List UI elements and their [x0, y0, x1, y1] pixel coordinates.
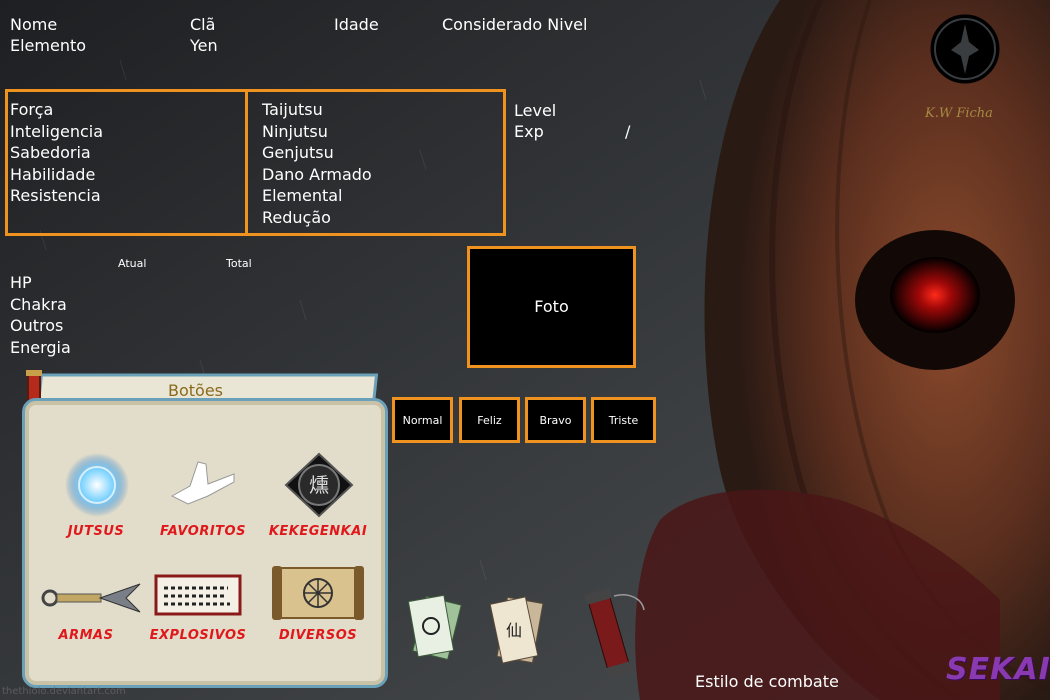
- skill-reducao: Redução: [262, 207, 331, 227]
- mood-triste-button[interactable]: Triste: [591, 397, 656, 443]
- nome-label: Nome: [10, 15, 58, 34]
- resource-energia: Energia: [10, 337, 71, 357]
- watermark: thethiolo.deviantart.com: [2, 686, 126, 697]
- idade-label: Idade: [334, 15, 379, 34]
- svg-text:燻: 燻: [309, 473, 329, 497]
- resource-chakra: Chakra: [10, 294, 67, 314]
- jutsus-icon[interactable]: [64, 452, 130, 518]
- paper-tags-icon: [407, 594, 462, 661]
- exp-separator: /: [625, 122, 631, 141]
- buttons-panel: Botões JUTSUS FAVORITOS 燻 KEKEGENKAI ARM…: [18, 370, 391, 690]
- mood-bravo-button[interactable]: Bravo: [525, 397, 586, 443]
- skill-taijutsu: Taijutsu: [262, 100, 323, 119]
- atual-header: Atual: [118, 257, 147, 270]
- kw-ficha-logo: K.W Ficha: [925, 2, 1035, 122]
- diversos-button[interactable]: DIVERSOS: [258, 628, 378, 643]
- cla-label: Clã: [190, 15, 216, 34]
- favoritos-button[interactable]: FAVORITOS: [143, 524, 263, 539]
- attribute-forca: Força: [10, 100, 54, 119]
- resource-hp: HP: [10, 273, 32, 292]
- scroll-case-icon: [584, 588, 645, 678]
- attribute-inteligencia: Inteligencia: [10, 121, 104, 141]
- resource-outros: Outros: [10, 316, 64, 336]
- kekegenkai-icon[interactable]: 燻: [284, 452, 354, 518]
- level-label: Level: [514, 101, 557, 120]
- mood-feliz-button[interactable]: Feliz: [459, 397, 520, 443]
- scroll-icon[interactable]: [270, 564, 366, 622]
- skill-ninjutsu: Ninjutsu: [262, 121, 328, 141]
- explosivos-button[interactable]: EXPLOSIVOS: [138, 628, 258, 643]
- armas-button[interactable]: ARMAS: [26, 628, 146, 643]
- skill-elemental: Elemental: [262, 186, 343, 206]
- total-header: Total: [226, 257, 252, 270]
- explosive-tag-icon[interactable]: [154, 574, 242, 616]
- resources-list: HP Chakra Outros Energia: [10, 272, 71, 358]
- attributes-list: Força Inteligencia Sabedoria Habilidade …: [10, 99, 103, 207]
- skill-genjutsu: Genjutsu: [262, 143, 334, 163]
- elemento-label: Elemento: [10, 36, 87, 55]
- svg-text:仙: 仙: [506, 621, 522, 640]
- skills-list: Taijutsu Ninjutsu Genjutsu Dano Armado E…: [262, 99, 372, 229]
- panel-body: [22, 398, 388, 688]
- photo-box: Foto: [467, 246, 636, 368]
- photo-label: Foto: [534, 297, 569, 316]
- yen-label: Yen: [190, 36, 218, 55]
- mood-normal-button[interactable]: Normal: [392, 397, 453, 443]
- favoritos-icon[interactable]: [168, 456, 238, 506]
- emblem-icon: [930, 14, 1000, 84]
- attribute-habilidade: Habilidade: [10, 164, 96, 184]
- attribute-resistencia: Resistencia: [10, 186, 101, 206]
- considerado-nivel-label: Considerado Nivel: [442, 15, 588, 34]
- estilo-de-combate-label: Estilo de combate: [695, 672, 839, 691]
- exp-label: Exp: [514, 122, 544, 141]
- sekai-brand: SEKAI: [946, 652, 1050, 687]
- attribute-sabedoria: Sabedoria: [10, 143, 91, 163]
- jutsus-button[interactable]: JUTSUS: [36, 524, 156, 539]
- kekegenkai-button[interactable]: KEKEGENKAI: [258, 524, 378, 539]
- logo-text: K.W Ficha: [925, 106, 993, 121]
- kunai-icon[interactable]: [40, 578, 144, 618]
- sealing-tag-icon: 仙: [489, 596, 544, 664]
- skill-dano-armado: Dano Armado: [262, 164, 372, 184]
